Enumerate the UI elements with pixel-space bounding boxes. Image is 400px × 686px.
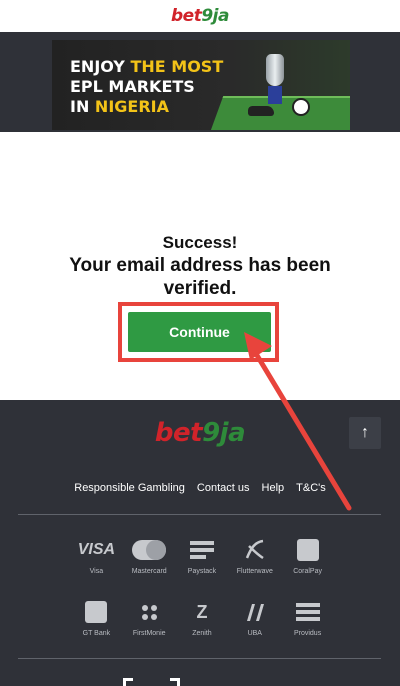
gtbank-icon xyxy=(85,601,108,623)
flutterwave-icon xyxy=(245,539,264,560)
payment-providus: Providus xyxy=(281,598,334,637)
footer-logo[interactable]: bet9ja xyxy=(0,418,400,448)
trophy-icon xyxy=(262,50,288,106)
footer-logo-bet: bet xyxy=(154,418,203,448)
link-terms[interactable]: T&C's xyxy=(296,482,326,494)
success-line-2: verified. xyxy=(163,278,237,299)
payment-zenith: Z Zenith xyxy=(192,601,212,638)
payment-flutterwave: Flutterwave xyxy=(228,536,281,575)
bet9ja-logo[interactable]: bet9ja xyxy=(171,6,229,26)
link-contact-us[interactable]: Contact us xyxy=(197,482,250,494)
payment-gtbank: GT Bank xyxy=(70,598,123,637)
providus-icon xyxy=(295,603,320,621)
divider xyxy=(18,658,381,659)
boot-icon xyxy=(248,106,274,116)
visa-icon: VISA xyxy=(77,541,116,558)
continue-button[interactable]: Continue xyxy=(128,312,271,352)
banner-text: ENJOY THE MOST EPL MARKETS IN NIGERIA xyxy=(70,57,224,116)
zenith-icon: Z xyxy=(196,601,208,622)
payment-uba: UBA xyxy=(228,598,281,637)
logo-text-9ja: 9ja xyxy=(201,6,229,26)
payment-coralpay: CoralPay xyxy=(281,536,334,575)
partial-icon-right xyxy=(170,678,180,686)
coralpay-icon xyxy=(296,539,319,561)
partial-icon-left xyxy=(123,678,133,686)
paystack-icon xyxy=(189,541,214,559)
divider xyxy=(18,514,381,515)
top-header: bet9ja xyxy=(0,0,400,32)
firstmonie-icon xyxy=(141,604,157,620)
success-message: Success! Your email address has been ver… xyxy=(0,232,400,300)
payment-mastercard: Mastercard xyxy=(123,536,176,575)
success-title: Success! xyxy=(162,233,238,252)
payment-row-1: VISA Visa Mastercard Paystack Flutterwave… xyxy=(70,536,334,575)
footer: bet9ja ↑ Responsible Gambling Contact us… xyxy=(0,400,400,686)
success-line-1: Your email address has been xyxy=(69,255,331,276)
back-to-top-button[interactable]: ↑ xyxy=(349,417,381,449)
link-help[interactable]: Help xyxy=(262,482,285,494)
payment-visa: VISA Visa xyxy=(77,541,116,575)
payment-row-2: GT Bank FirstMonie Z Zenith UBA Providus xyxy=(70,598,334,637)
arrow-up-icon: ↑ xyxy=(361,424,369,441)
payment-firstmonie: FirstMonie xyxy=(123,598,176,637)
footer-links: Responsible Gambling Contact us Help T&C… xyxy=(0,482,400,494)
link-responsible-gambling[interactable]: Responsible Gambling xyxy=(74,482,185,494)
uba-icon xyxy=(246,604,264,621)
logo-text-bet: bet xyxy=(171,6,202,26)
footer-logo-9ja: 9ja xyxy=(202,418,246,448)
mastercard-icon xyxy=(132,540,167,560)
promo-banner[interactable]: ENJOY THE MOST EPL MARKETS IN NIGERIA xyxy=(52,40,350,130)
payment-paystack: Paystack xyxy=(176,536,229,575)
football-icon xyxy=(292,98,310,116)
